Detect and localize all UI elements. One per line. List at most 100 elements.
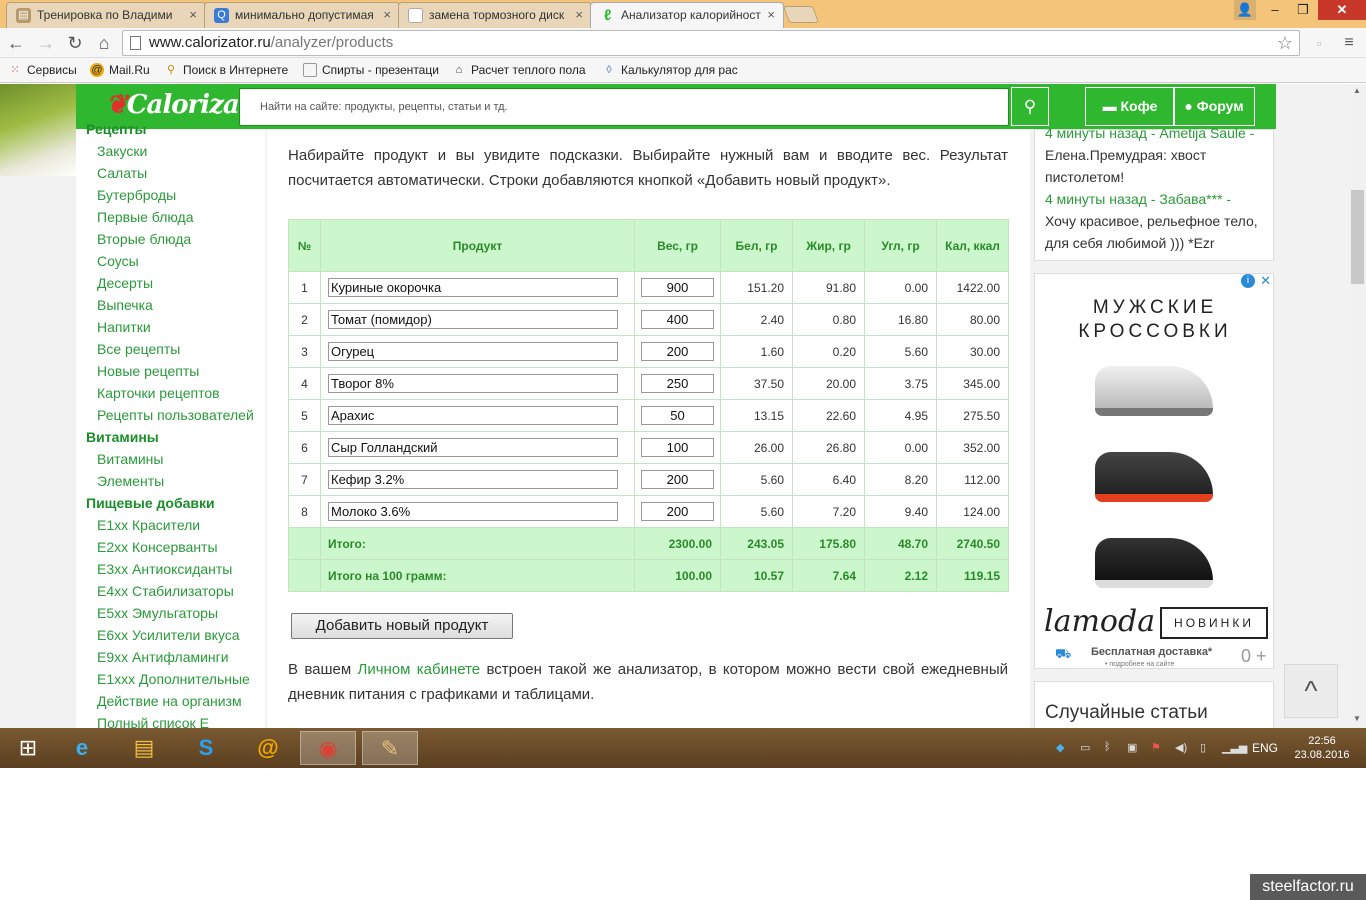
bookmark-floor[interactable]: ⌂ Расчет теплого пола bbox=[452, 63, 586, 77]
sidebar-item[interactable]: Вторые блюда bbox=[97, 231, 191, 247]
sidebar-item[interactable]: Карточки рецептов bbox=[97, 385, 220, 401]
star-icon[interactable]: ☆ bbox=[1277, 31, 1293, 55]
sidebar-header-vitamins[interactable]: Витамины bbox=[86, 429, 159, 445]
forum-button[interactable]: ● Форум bbox=[1173, 87, 1255, 126]
site-search-input[interactable]: Найти на сайте: продукты, рецепты, стать… bbox=[239, 88, 1009, 126]
volume-icon[interactable]: ◀) bbox=[1175, 741, 1187, 754]
ad-like-counter[interactable]: 0 + bbox=[1241, 646, 1267, 667]
coffee-button[interactable]: ▬ Кофе bbox=[1085, 87, 1175, 126]
ie-icon[interactable]: e bbox=[54, 731, 110, 765]
weight-input[interactable]: 200 bbox=[641, 470, 714, 489]
product-input[interactable]: Сыр Голландский bbox=[328, 438, 618, 457]
sidebar-item[interactable]: Десерты bbox=[97, 275, 153, 291]
signal-icon[interactable]: ▁▃▅ bbox=[1222, 741, 1247, 754]
close-icon[interactable]: × bbox=[767, 7, 775, 22]
sidebar-item[interactable]: Напитки bbox=[97, 319, 151, 335]
weight-input[interactable]: 200 bbox=[641, 502, 714, 521]
language-indicator[interactable]: ENG bbox=[1252, 741, 1278, 755]
sidebar-item[interactable]: E5xx Эмульгаторы bbox=[97, 605, 218, 621]
maximize-button[interactable]: ❐ bbox=[1290, 0, 1316, 20]
sidebar-item[interactable]: Полный список E bbox=[97, 715, 209, 728]
bookmark-calc[interactable]: ◊ Калькулятор для рас bbox=[602, 63, 737, 77]
windows-start-icon[interactable]: ⊞ bbox=[0, 731, 56, 765]
weight-input[interactable]: 100 bbox=[641, 438, 714, 457]
home-icon[interactable]: ⌂ bbox=[93, 32, 115, 54]
bookmark-mailru[interactable]: @ Mail.Ru bbox=[90, 63, 150, 77]
sidebar-item[interactable]: Первые блюда bbox=[97, 209, 194, 225]
product-input[interactable]: Молоко 3.6% bbox=[328, 502, 618, 521]
flag-icon[interactable]: ⚑ bbox=[1151, 741, 1161, 754]
clock[interactable]: 22:56 23.08.2016 bbox=[1290, 734, 1354, 762]
product-input[interactable]: Томат (помидор) bbox=[328, 310, 618, 329]
new-tab-button[interactable] bbox=[782, 6, 820, 23]
sidebar-item[interactable]: Соусы bbox=[97, 253, 139, 269]
info-icon[interactable]: i bbox=[1241, 274, 1255, 288]
sidebar-item[interactable]: E1xxx Дополнительные bbox=[97, 671, 250, 687]
add-product-button[interactable]: Добавить новый продукт bbox=[291, 613, 513, 639]
weight-input[interactable]: 200 bbox=[641, 342, 714, 361]
menu-icon[interactable]: ≡ bbox=[1338, 32, 1360, 54]
close-icon[interactable]: ✕ bbox=[1260, 273, 1271, 289]
extension-icon[interactable]: ▫ bbox=[1308, 32, 1330, 54]
sidebar-item[interactable]: E9xx Антифламинги bbox=[97, 649, 229, 665]
close-icon[interactable]: × bbox=[189, 7, 197, 22]
close-icon[interactable]: × bbox=[575, 7, 583, 22]
product-input[interactable]: Огурец bbox=[328, 342, 618, 361]
sidebar-item[interactable]: Бутерброды bbox=[97, 187, 176, 203]
product-input[interactable]: Кефир 3.2% bbox=[328, 470, 618, 489]
sidebar-header-additives[interactable]: Пищевые добавки bbox=[86, 495, 215, 511]
sidebar-item[interactable]: Витамины bbox=[97, 451, 163, 467]
minimize-button[interactable]: ‒ bbox=[1262, 0, 1288, 20]
reload-icon[interactable]: ↻ bbox=[64, 32, 86, 54]
update-icon[interactable]: ◆ bbox=[1056, 741, 1064, 754]
forward-icon[interactable]: → bbox=[35, 32, 57, 54]
site-search-button[interactable]: ⚲ bbox=[1011, 87, 1049, 126]
weight-input[interactable]: 250 bbox=[641, 374, 714, 393]
skype-icon[interactable]: S bbox=[178, 731, 234, 765]
back-icon[interactable]: ← bbox=[5, 32, 27, 54]
feed-item[interactable]: 4 минуты назад - Забава*** - Хочу красив… bbox=[1045, 188, 1263, 254]
scroll-down-arrow-icon[interactable]: ▼ bbox=[1353, 714, 1361, 723]
sidebar-item[interactable]: Салаты bbox=[97, 165, 147, 181]
bookmark-search[interactable]: ⚲ Поиск в Интернете bbox=[164, 63, 288, 77]
explorer-folder-icon[interactable]: ▤ bbox=[116, 731, 172, 765]
bookmark-spirits[interactable]: Спирты - презентаци bbox=[303, 63, 439, 77]
scrollbar-thumb[interactable] bbox=[1351, 190, 1364, 284]
advertisement[interactable]: i ✕ МУЖСКИЕ КРОССОВКИ lamoda НОВИНКИ ⛟ Б… bbox=[1034, 273, 1274, 669]
close-window-button[interactable]: ✕ bbox=[1318, 0, 1366, 20]
product-input[interactable]: Творог 8% bbox=[328, 374, 618, 393]
sidebar-item[interactable]: E3xx Антиоксиданты bbox=[97, 561, 232, 577]
feed-author[interactable]: 4 минуты назад - Ametija Saule - bbox=[1045, 125, 1254, 141]
sidebar-item[interactable]: Выпечка bbox=[97, 297, 153, 313]
page-scrollbar[interactable]: ▲ ▼ bbox=[1350, 84, 1366, 728]
product-input[interactable]: Арахис bbox=[328, 406, 618, 425]
sidebar-item[interactable]: Все рецепты bbox=[97, 341, 180, 357]
sidebar-item[interactable]: E6xx Усилители вкуса bbox=[97, 627, 240, 643]
mail-agent-icon[interactable]: @ bbox=[240, 731, 296, 765]
browser-tab-4-active[interactable]: ℓ Анализатор калорийност × bbox=[590, 2, 784, 28]
weight-input[interactable]: 400 bbox=[641, 310, 714, 329]
bluetooth-icon[interactable]: ᛒ bbox=[1104, 741, 1111, 753]
product-input[interactable]: Куриные окорочка bbox=[328, 278, 618, 297]
sidebar-item[interactable]: Новые рецепты bbox=[97, 363, 199, 379]
browser-tab-1[interactable]: ▤ Тренировка по Владими × bbox=[6, 2, 206, 28]
close-icon[interactable]: × bbox=[383, 7, 391, 22]
paint-icon[interactable]: ✎ bbox=[362, 731, 418, 765]
user-icon[interactable]: 👤 bbox=[1234, 0, 1256, 20]
weight-input[interactable]: 900 bbox=[641, 278, 714, 297]
device-icon[interactable]: ▭ bbox=[1080, 741, 1090, 754]
battery-icon[interactable]: ▯ bbox=[1200, 741, 1206, 754]
sidebar-item[interactable]: Рецепты пользователей bbox=[97, 407, 254, 423]
sidebar-header-recipes[interactable]: Рецепты bbox=[86, 121, 146, 137]
feed-author[interactable]: 4 минуты назад - Забава*** - bbox=[1045, 191, 1231, 207]
scroll-top-button[interactable]: ^ bbox=[1284, 664, 1338, 718]
sidebar-item[interactable]: Закуски bbox=[97, 143, 147, 159]
address-bar[interactable]: www.calorizator.ru/analyzer/products ☆ bbox=[122, 30, 1300, 56]
ad-new-button[interactable]: НОВИНКИ bbox=[1160, 607, 1268, 639]
personal-cabinet-link[interactable]: Личном кабинете bbox=[357, 661, 480, 678]
sidebar-item[interactable]: Действие на организм bbox=[97, 693, 242, 709]
chrome-icon[interactable]: ◉ bbox=[300, 731, 356, 765]
weight-input[interactable]: 50 bbox=[641, 406, 714, 425]
feed-item[interactable]: 4 минуты назад - Ametija Saule - Елена.П… bbox=[1045, 122, 1263, 188]
sidebar-item[interactable]: E2xx Консерванты bbox=[97, 539, 218, 555]
